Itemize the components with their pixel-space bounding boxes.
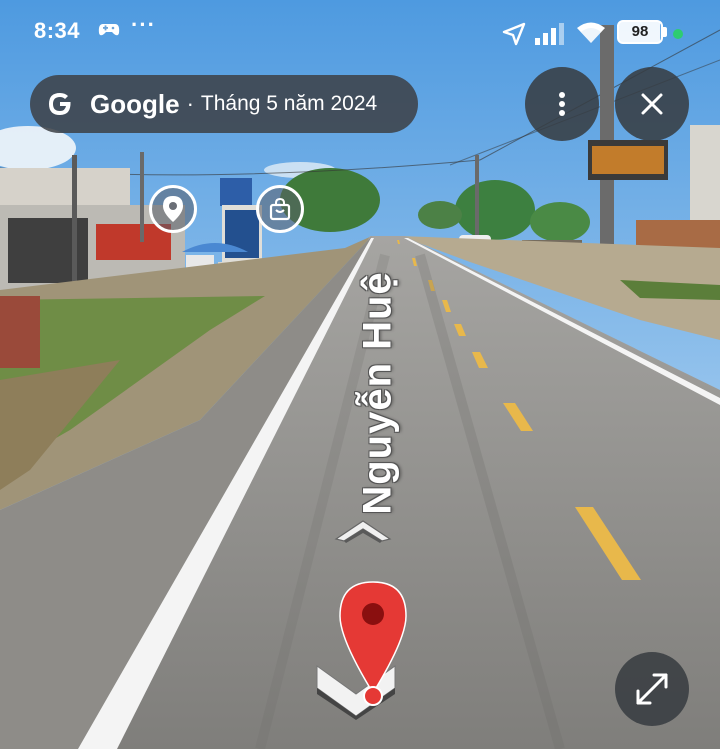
expand-icon <box>636 673 668 705</box>
battery-icon: 98 <box>617 20 663 44</box>
shopping-bag-icon <box>269 197 291 221</box>
imagery-date-pill[interactable]: Google · Tháng 5 năm 2024 <box>30 75 418 133</box>
imagery-date-label: Tháng 5 năm 2024 <box>200 92 378 115</box>
location-pin-icon <box>163 196 183 222</box>
street-view-screen: 8:34 ··· 98 Google · Tháng 5 năm 2024 Ng… <box>0 0 720 749</box>
location-arrow-icon <box>502 22 526 46</box>
place-marker-shop[interactable] <box>256 185 304 233</box>
close-icon <box>641 93 663 115</box>
close-button[interactable] <box>615 67 689 141</box>
fullscreen-button[interactable] <box>615 652 689 726</box>
google-g-icon <box>49 93 71 115</box>
title-separator: · <box>186 91 194 116</box>
more-vertical-icon <box>559 92 565 116</box>
more-options-button[interactable] <box>525 67 599 141</box>
street-name-label: Nguyễn Huệ <box>355 271 400 515</box>
signal-icon <box>535 23 564 45</box>
status-bar: 8:34 ··· 98 <box>0 0 720 66</box>
map-pin-icon <box>339 581 407 706</box>
place-marker-location[interactable] <box>149 185 197 233</box>
wifi-icon <box>577 22 605 43</box>
more-notifications-icon: ··· <box>131 12 156 37</box>
status-indicator-dot <box>673 29 683 39</box>
chevron-up-icon[interactable] <box>334 517 392 543</box>
battery-tip <box>663 27 667 37</box>
status-time: 8:34 <box>34 18 81 43</box>
battery-percentage: 98 <box>631 23 649 40</box>
gamepad-icon <box>98 24 120 36</box>
google-brand-label: Google <box>90 88 180 119</box>
